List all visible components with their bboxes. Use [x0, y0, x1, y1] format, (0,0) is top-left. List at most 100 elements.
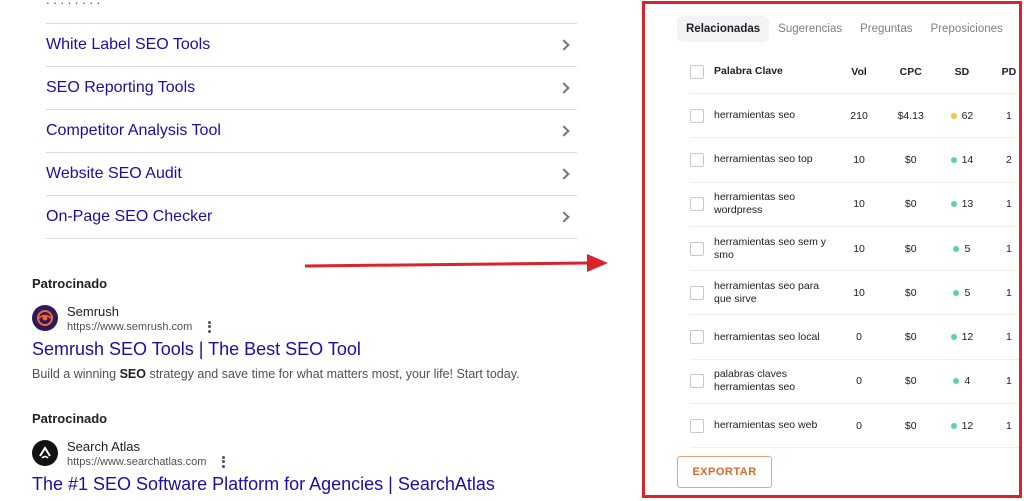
ad-desc-end: strategy and save time for what matters …	[145, 367, 520, 381]
pd-cell: 1	[1005, 109, 1012, 122]
searchatlas-logo-icon	[32, 440, 58, 466]
keyword-cell[interactable]: herramientas seo wordpress	[714, 191, 827, 217]
cpc-cell: $0	[904, 198, 917, 211]
related-search-item[interactable]: Competitor Analysis Tool	[46, 110, 577, 153]
sd-cell: 5	[936, 243, 988, 255]
select-all-checkbox[interactable]	[690, 64, 704, 79]
keyword-cell[interactable]: herramientas seo web	[714, 419, 827, 432]
column-header-cpc[interactable]: CPC	[885, 66, 936, 78]
sd-value: 62	[961, 109, 974, 122]
vol-cell: 10	[853, 153, 865, 166]
sponsored-result-semrush: Patrocinado Semrush https://www.semrush.…	[32, 276, 632, 382]
keyword-cell[interactable]: herramientas seo top	[714, 153, 827, 166]
keyword-cell[interactable]: herramientas seo	[714, 109, 827, 122]
difficulty-dot-icon	[950, 422, 957, 429]
vol-cell: 10	[853, 286, 865, 299]
ad-site-name: Search Atlas	[67, 438, 140, 454]
related-search-label[interactable]: Website SEO Audit	[46, 165, 182, 183]
sd-cell: 12	[936, 331, 988, 343]
related-search-label[interactable]: SEO Reporting Tools	[46, 79, 195, 97]
vol-cell: 210	[850, 109, 868, 122]
cpc-cell: $0	[904, 331, 917, 344]
row-checkbox[interactable]	[690, 418, 704, 433]
difficulty-dot-icon	[953, 245, 960, 252]
table-row: palabras claves herramientas seo 0 $0 4 1	[690, 360, 1019, 405]
cpc-cell: $0	[904, 242, 917, 255]
vol-cell: 0	[856, 375, 862, 388]
sponsored-result-searchatlas: Patrocinado Search Atlas https://www.sea…	[32, 411, 632, 495]
ad-site-header[interactable]: Semrush https://www.semrush.com	[32, 303, 632, 333]
table-row: herramientas seo sem y smo 10 $0 5 1	[690, 227, 1019, 272]
column-header-vol[interactable]: Vol	[833, 66, 886, 78]
cpc-cell: $0	[904, 375, 917, 388]
column-header-sd[interactable]: SD	[936, 66, 988, 78]
row-checkbox[interactable]	[690, 374, 704, 389]
related-search-label[interactable]: White Label SEO Tools	[46, 36, 210, 54]
chevron-right-icon	[558, 39, 570, 51]
ad-description: Build a winning SEO strategy and save ti…	[32, 366, 632, 382]
column-header-pd[interactable]: PD	[988, 66, 1019, 78]
related-search-item[interactable]: White Label SEO Tools	[46, 24, 577, 67]
annotation-arrow-icon	[304, 254, 608, 272]
row-checkbox[interactable]	[690, 285, 704, 300]
ad-title-link[interactable]: Semrush SEO Tools | The Best SEO Tool	[32, 338, 632, 360]
tab-preposiciones[interactable]: Preposiciones	[922, 16, 1012, 42]
tab-relacionadas[interactable]: Relacionadas	[677, 16, 770, 42]
related-search-item[interactable]: On-Page SEO Checker	[46, 196, 577, 239]
row-checkbox[interactable]	[690, 152, 704, 167]
sd-cell: 13	[936, 198, 988, 210]
difficulty-dot-icon	[953, 378, 960, 385]
row-checkbox[interactable]	[690, 197, 704, 212]
pd-cell: 2	[1005, 153, 1012, 166]
sd-value: 4	[964, 375, 971, 388]
row-checkbox[interactable]	[690, 241, 704, 256]
keyword-table: Palabra Clave Vol CPC SD PD herramientas…	[690, 50, 1019, 449]
pd-cell: 1	[1005, 419, 1012, 432]
vol-cell: 10	[853, 198, 865, 211]
related-search-item[interactable]: SEO Reporting Tools	[46, 67, 577, 110]
tab-sugerencias[interactable]: Sugerencias	[769, 16, 851, 42]
related-searches-list: White Label SEO Tools SEO Reporting Tools…	[46, 23, 577, 239]
tab-preguntas[interactable]: Preguntas	[851, 16, 921, 42]
ad-site-url: https://www.searchatlas.com	[67, 455, 207, 468]
difficulty-dot-icon	[950, 201, 957, 208]
related-search-item[interactable]: Website SEO Audit	[46, 153, 577, 196]
chevron-right-icon	[558, 125, 570, 137]
ad-site-url: https://www.semrush.com	[67, 320, 193, 333]
keyword-cell[interactable]: palabras claves herramientas seo	[714, 368, 827, 394]
column-header-keyword[interactable]: Palabra Clave	[714, 65, 827, 78]
sponsored-label: Patrocinado	[32, 411, 108, 426]
table-row: herramientas seo local 0 $0 12 1	[690, 315, 1019, 360]
difficulty-dot-icon	[950, 156, 957, 163]
sd-value: 5	[964, 242, 971, 255]
row-checkbox[interactable]	[690, 330, 704, 345]
related-search-label[interactable]: Competitor Analysis Tool	[46, 122, 221, 140]
vol-cell: 0	[856, 331, 862, 344]
table-header: Palabra Clave Vol CPC SD PD	[690, 50, 1019, 94]
cut-off-text: . . . . . . , .	[46, 0, 346, 4]
ad-title-link[interactable]: The #1 SEO Software Platform for Agencie…	[32, 473, 632, 495]
sd-cell: 4	[936, 375, 988, 387]
vol-cell: 0	[856, 419, 862, 432]
chevron-right-icon	[558, 168, 570, 180]
keyword-cell[interactable]: herramientas seo sem y smo	[714, 236, 827, 262]
cpc-cell: $4.13	[897, 109, 924, 122]
keyword-cell[interactable]: herramientas seo local	[714, 331, 827, 344]
difficulty-dot-icon	[953, 289, 960, 296]
keyword-suggestions-panel: Relacionadas Sugerencias Preguntas Prepo…	[642, 1, 1022, 498]
row-checkbox[interactable]	[690, 108, 704, 123]
keyword-cell[interactable]: herramientas seo para que sirve	[714, 280, 827, 306]
more-options-icon[interactable]	[204, 320, 214, 334]
export-button[interactable]: EXPORTAR	[677, 456, 772, 488]
cpc-cell: $0	[904, 419, 917, 432]
ad-site-name: Semrush	[67, 303, 120, 319]
sd-value: 13	[961, 198, 974, 211]
ad-site-header[interactable]: Search Atlas https://www.searchatlas.com	[32, 438, 632, 468]
sd-value: 12	[961, 419, 974, 432]
more-options-icon[interactable]	[218, 455, 228, 469]
pd-cell: 1	[1005, 198, 1012, 211]
related-search-label[interactable]: On-Page SEO Checker	[46, 208, 212, 226]
sd-cell: 14	[936, 154, 988, 166]
pd-cell: 1	[1005, 331, 1012, 344]
semrush-logo-icon	[32, 305, 58, 331]
